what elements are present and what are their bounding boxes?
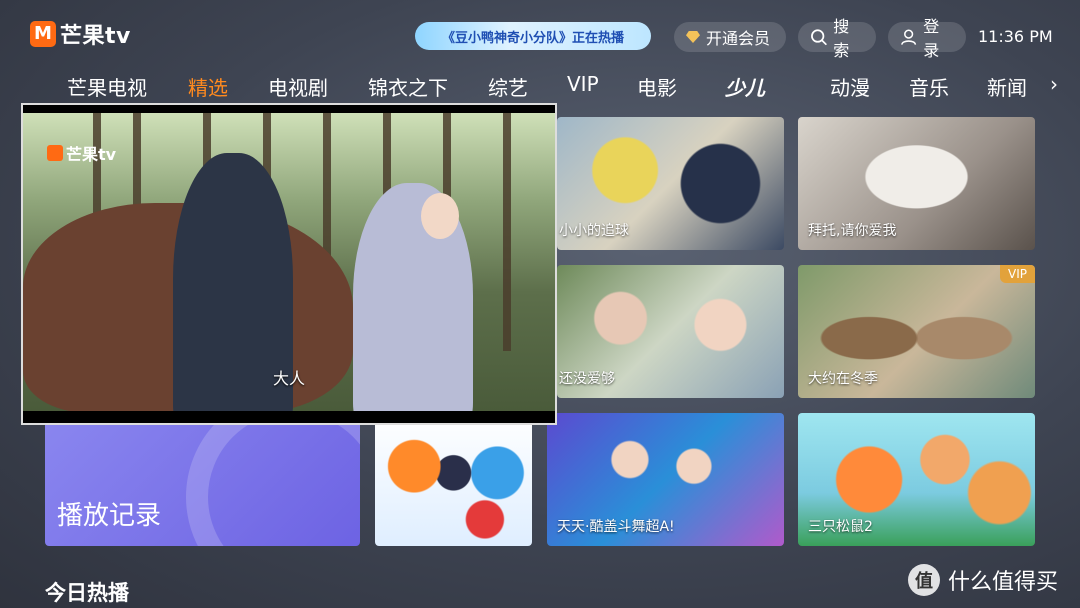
nav-item-kids[interactable]: 少儿 [725, 72, 765, 101]
nav-item-vip[interactable]: VIP [567, 72, 599, 96]
mango-logo-icon: M [30, 21, 56, 47]
section-title: 今日热播 [45, 581, 129, 605]
content-tile[interactable]: 小小的追球 [557, 117, 784, 250]
clock-icon [186, 420, 360, 546]
nav-item-music[interactable]: 音乐 [909, 72, 949, 101]
tile-title: 大约在冬季 [808, 371, 878, 387]
content-tile[interactable]: 三只松鼠2 [798, 413, 1035, 546]
logo-text: 芒果tv [60, 24, 131, 49]
content-tile[interactable] [375, 413, 532, 546]
search-icon [811, 29, 827, 46]
content-tile[interactable]: 天天·酷盖斗舞超A! [547, 413, 784, 546]
tile-title: 拜托,请你爱我 [808, 223, 897, 239]
player-logo: 芒果tv [47, 141, 116, 165]
tile-title: 小小的追球 [559, 223, 629, 239]
smzdm-logo-icon: 值 [908, 564, 940, 596]
video-subtitle: 大人 [272, 369, 305, 388]
app-logo: M 芒果tv [30, 18, 131, 50]
user-icon [901, 29, 917, 45]
search-button[interactable]: 搜索 [798, 17, 876, 60]
content-tile[interactable]: 还没爱够 [557, 265, 784, 398]
nav-item-news[interactable]: 新闻 [987, 72, 1027, 101]
tile-title: 还没爱够 [559, 371, 615, 387]
play-history-tile[interactable]: 播放记录 [45, 420, 360, 546]
nav-item-mango-tv[interactable]: 芒果电视 [67, 72, 147, 101]
open-vip-label: 开通会员 [706, 29, 771, 48]
search-label: 搜索 [833, 17, 850, 60]
nav-item-variety[interactable]: 综艺 [488, 72, 528, 101]
watermark: 值 什么值得买 [908, 564, 1058, 596]
mango-logo-icon [47, 145, 63, 161]
watermark-text: 什么值得买 [948, 570, 1059, 595]
tile-title: 天天·酷盖斗舞超A! [557, 519, 675, 535]
content-tile[interactable]: 拜托,请你爱我 [798, 117, 1035, 250]
tile-title: 三只松鼠2 [808, 519, 873, 535]
nav-item-tv-series[interactable]: 电视剧 [268, 72, 328, 101]
player-logo-text: 芒果tv [66, 145, 117, 164]
nav-item-drama-special[interactable]: 锦衣之下 [368, 72, 448, 101]
content-tile[interactable]: VIP 大约在冬季 [798, 265, 1035, 398]
login-button[interactable]: 登录 [888, 17, 966, 60]
diamond-icon [686, 31, 700, 43]
category-nav: 芒果电视 精选 电视剧 锦衣之下 综艺 VIP 电影 少儿 动漫 音乐 新闻 › [0, 66, 1080, 102]
video-frame: 芒果tv 大人 [23, 113, 555, 411]
nav-item-movies[interactable]: 电影 [637, 72, 677, 101]
nav-item-featured[interactable]: 精选 [188, 72, 228, 101]
video-player[interactable]: 芒果tv 大人 [21, 103, 557, 425]
open-vip-button[interactable]: 开通会员 [674, 22, 786, 52]
clock: 11:36 PM [978, 27, 1053, 46]
play-history-label: 播放记录 [57, 501, 162, 531]
promo-banner[interactable]: 《豆小鸭神奇小分队》正在热播 [415, 22, 651, 50]
promo-banner-text: 《豆小鸭神奇小分队》正在热播 [441, 30, 624, 46]
login-label: 登录 [923, 17, 940, 60]
chevron-right-icon[interactable]: › [1050, 72, 1058, 96]
vip-badge: VIP [1000, 265, 1035, 283]
nav-item-anime[interactable]: 动漫 [830, 72, 870, 101]
tile-thumbnail [375, 413, 532, 546]
